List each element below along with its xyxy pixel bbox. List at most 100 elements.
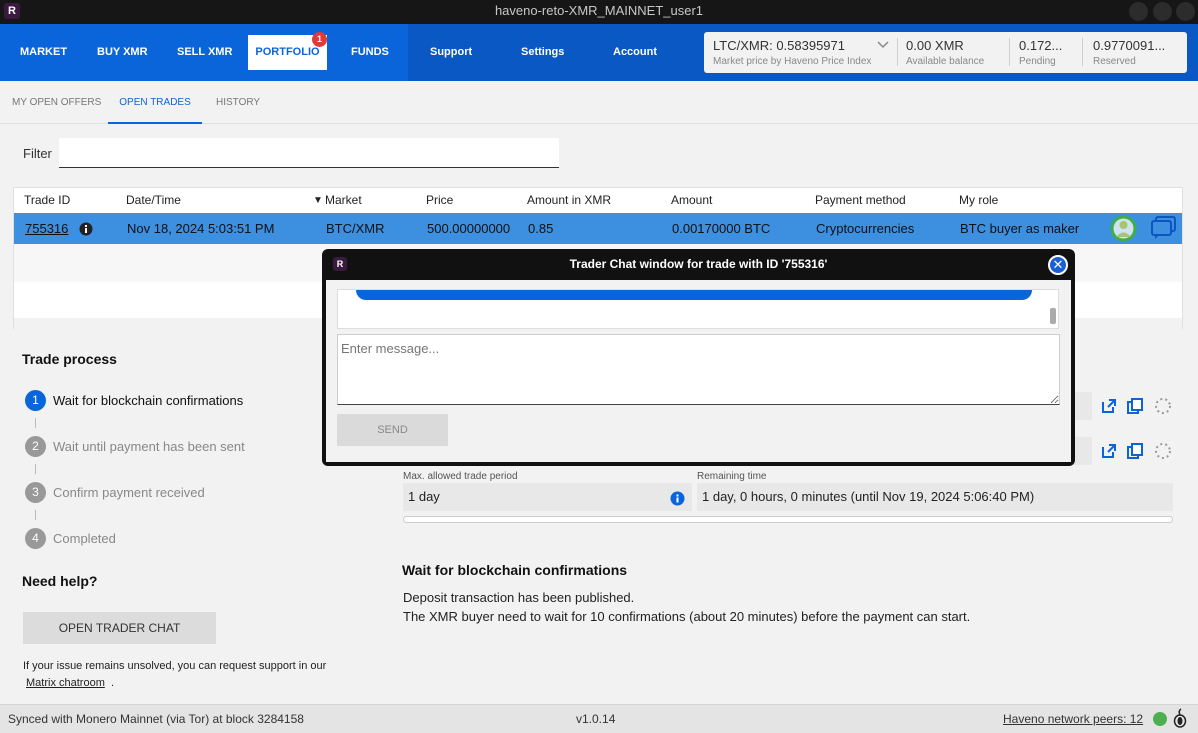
step-2: 2 Wait until payment has been sent xyxy=(25,436,325,458)
peer-status-dot xyxy=(1153,712,1167,726)
filter-label: Filter xyxy=(23,146,52,161)
available-balance-label: Available balance xyxy=(906,56,985,67)
pending-balance-label: Pending xyxy=(1019,56,1056,67)
sync-status: Synced with Monero Mainnet (via Tor) at … xyxy=(8,712,304,726)
market-price-selector[interactable]: LTC/XMR: 0.58395971 Market price by Have… xyxy=(713,32,893,73)
filter-input[interactable] xyxy=(59,138,559,168)
step-connector xyxy=(35,510,36,520)
step-number: 1 xyxy=(25,390,46,411)
balance-panel: LTC/XMR: 0.58395971 Market price by Have… xyxy=(704,32,1187,73)
step-label: Wait until payment has been sent xyxy=(53,439,245,454)
wait-confirmations-title: Wait for blockchain confirmations xyxy=(402,562,628,578)
info-icon[interactable] xyxy=(670,491,685,506)
trader-chat-dialog: R Trader Chat window for trade with ID '… xyxy=(322,249,1075,466)
col-trade-id[interactable]: Trade ID xyxy=(24,193,70,207)
chat-scrollbar[interactable] xyxy=(1050,308,1056,324)
trade-datetime: Nov 18, 2024 5:03:51 PM xyxy=(127,221,275,236)
chat-message-bubble xyxy=(356,290,1032,300)
open-trader-chat-button[interactable]: OPEN TRADER CHAT xyxy=(23,612,216,644)
step-1: 1 Wait for blockchain confirmations xyxy=(25,390,325,412)
max-period-label: Max. allowed trade period xyxy=(403,471,518,482)
minimize-button[interactable] xyxy=(1129,2,1148,21)
trade-id-link[interactable]: 755316 xyxy=(25,221,68,236)
external-link-icon[interactable] xyxy=(1100,397,1118,415)
trade-amount: 0.00170000 BTC xyxy=(672,221,771,236)
portfolio-subtabs: MY OPEN OFFERS OPEN TRADES HISTORY xyxy=(0,81,1198,124)
nav-buy-xmr[interactable]: BUY XMR xyxy=(97,24,148,81)
tab-history[interactable]: HISTORY xyxy=(216,81,260,124)
step-number: 2 xyxy=(25,436,46,457)
step-connector xyxy=(35,418,36,428)
external-link-icon[interactable] xyxy=(1100,442,1118,460)
network-peers[interactable]: Haveno network peers: 12 xyxy=(1003,712,1143,726)
col-amount[interactable]: Amount xyxy=(671,193,712,207)
chat-body: SEND xyxy=(326,280,1071,462)
info-icon[interactable] xyxy=(79,222,93,236)
step-number: 3 xyxy=(25,482,46,503)
nav-funds[interactable]: FUNDS xyxy=(351,24,389,81)
remaining-time-value: 1 day, 0 hours, 0 minutes (until Nov 19,… xyxy=(697,483,1173,511)
col-price[interactable]: Price xyxy=(426,193,453,207)
step-label: Completed xyxy=(53,531,116,546)
nav-support[interactable]: Support xyxy=(430,24,472,81)
col-my-role[interactable]: My role xyxy=(959,193,998,207)
pending-balance: 0.172... Pending xyxy=(1019,32,1089,73)
step-number: 4 xyxy=(25,528,46,549)
copy-icon[interactable] xyxy=(1126,397,1144,415)
step-label: Confirm payment received xyxy=(53,485,205,500)
divider xyxy=(1009,38,1010,66)
reserved-balance-label: Reserved xyxy=(1093,56,1136,67)
market-price-label: Market price by Haveno Price Index xyxy=(713,56,872,67)
loading-spinner-icon xyxy=(1155,398,1171,414)
trade-amount-xmr: 0.85 xyxy=(528,221,554,236)
trade-market: BTC/XMR xyxy=(326,221,385,236)
divider xyxy=(1082,38,1083,66)
pending-balance-value: 0.172... xyxy=(1019,38,1063,53)
send-button[interactable]: SEND xyxy=(337,414,448,446)
chat-icon[interactable] xyxy=(1150,215,1177,240)
nav-sell-xmr[interactable]: SELL XMR xyxy=(177,24,232,81)
tab-open-trades[interactable]: OPEN TRADES xyxy=(108,81,202,124)
close-icon[interactable]: ✕ xyxy=(1048,255,1068,275)
portfolio-badge: 1 xyxy=(312,32,327,47)
window-titlebar: R haveno-reto-XMR_MAINNET_user1 xyxy=(0,0,1198,24)
need-help-title: Need help? xyxy=(22,573,98,589)
app-version: v1.0.14 xyxy=(576,712,616,726)
chat-dialog-title: Trader Chat window for trade with ID '75… xyxy=(569,257,828,271)
col-amount-xmr[interactable]: Amount in XMR xyxy=(527,193,611,207)
close-window-button[interactable] xyxy=(1176,2,1195,21)
divider xyxy=(897,38,898,66)
trade-process-title: Trade process xyxy=(22,351,117,367)
trade-price: 500.00000000 xyxy=(427,221,511,236)
trade-role: BTC buyer as maker xyxy=(960,221,1080,236)
step-4: 4 Completed xyxy=(25,528,325,550)
market-price-value: LTC/XMR: 0.58395971 xyxy=(713,38,845,53)
nav-market[interactable]: MARKET xyxy=(20,24,67,81)
tab-my-open-offers[interactable]: MY OPEN OFFERS xyxy=(12,81,101,124)
reserved-balance-value: 0.9770091... xyxy=(1093,38,1166,53)
col-market[interactable]: Market xyxy=(325,193,362,207)
trade-period-progress xyxy=(403,516,1173,523)
step-label: Wait for blockchain confirmations xyxy=(53,393,244,408)
chat-message-list[interactable] xyxy=(337,289,1059,329)
copy-icon[interactable] xyxy=(1126,442,1144,460)
chat-message-input[interactable] xyxy=(337,334,1060,405)
loading-spinner-icon xyxy=(1155,443,1171,459)
step-connector xyxy=(35,464,36,474)
col-payment-method[interactable]: Payment method xyxy=(815,193,906,207)
peer-avatar-icon[interactable] xyxy=(1110,215,1137,242)
sort-desc-icon: ▼ xyxy=(313,195,323,206)
remaining-time-label: Remaining time xyxy=(697,471,767,482)
maximize-button[interactable] xyxy=(1153,2,1172,21)
available-balance-value: 0.00 XMR xyxy=(906,38,964,53)
wait-line-2: The XMR buyer need to wait for 10 confir… xyxy=(403,609,971,624)
tor-onion-icon xyxy=(1173,708,1187,728)
window-title: haveno-reto-XMR_MAINNET_user1 xyxy=(494,3,704,18)
nav-account[interactable]: Account xyxy=(613,24,657,81)
chevron-down-icon xyxy=(877,41,889,49)
nav-settings[interactable]: Settings xyxy=(521,24,564,81)
col-datetime[interactable]: Date/Time xyxy=(126,193,181,207)
matrix-chatroom-link[interactable]: Matrix chatroom xyxy=(26,677,105,689)
step-3: 3 Confirm payment received xyxy=(25,482,325,504)
max-period-value: 1 day xyxy=(403,483,692,511)
